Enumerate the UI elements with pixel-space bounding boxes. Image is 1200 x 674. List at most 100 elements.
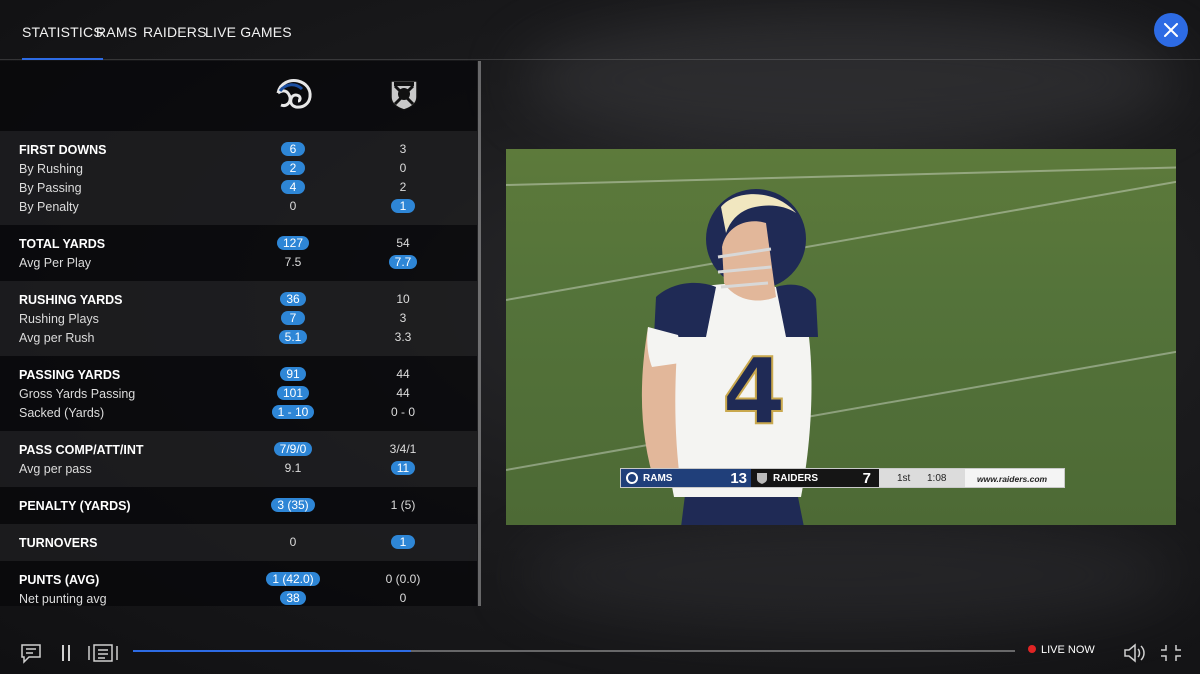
app-root: STATISTICS RAMS RAIDERS LIVE GAMES FIRST… [0, 0, 1200, 674]
close-button[interactable] [1154, 13, 1188, 47]
stat-row: Rushing Plays 7 3 [0, 310, 477, 329]
stat-label: By Rushing [19, 162, 83, 176]
leader-pill: 101 [276, 386, 310, 400]
stat-label: RUSHING YARDS [19, 293, 123, 307]
stat-label: Sacked (Yards) [19, 406, 105, 420]
raiders-value: 0 (0.0) [373, 572, 433, 586]
progress-bar[interactable] [133, 650, 1015, 652]
raiders-value: 0 [373, 161, 433, 175]
close-icon [1164, 23, 1178, 37]
stat-row: FIRST DOWNS 6 3 [0, 141, 477, 160]
stat-row: TOTAL YARDS 127 54 [0, 235, 477, 254]
scorebug-away: RAIDERS 7 [751, 469, 879, 487]
stat-label: PASSING YARDS [19, 368, 121, 382]
rams-value: 2 [263, 161, 323, 175]
stat-value: 3 [399, 311, 407, 325]
away-team-score: 7 [862, 470, 871, 487]
tab-raiders[interactable]: RAIDERS [143, 0, 207, 60]
stat-row: RUSHING YARDS 36 10 [0, 291, 477, 310]
leader-pill: 6 [281, 142, 305, 156]
tab-rams[interactable]: RAMS [96, 0, 137, 60]
stat-value: 2 [399, 180, 407, 194]
live-dot-icon [1028, 645, 1036, 653]
game-quarter: 1st [897, 473, 911, 484]
raiders-value: 0 [373, 591, 433, 605]
field-line [506, 165, 1176, 186]
home-team-name: RAMS [643, 473, 673, 484]
stat-group: RUSHING YARDS 36 10 Rushing Plays 7 3 Avg per … [0, 281, 477, 356]
leader-pill: 1 (42.0) [266, 572, 320, 586]
statistics-panel[interactable]: FIRST DOWNS 6 3 By Rushing 2 0 By Passing 4 2 By … [0, 61, 477, 606]
leader-pill: 1 [391, 199, 415, 213]
stat-value: 3/4/1 [389, 442, 417, 456]
rams-value: 9.1 [263, 461, 323, 475]
stat-label: FIRST DOWNS [19, 143, 107, 157]
raiders-value: 54 [373, 236, 433, 250]
scorebug-clock: 1st 1:08 [879, 469, 965, 487]
chat-icon[interactable] [20, 642, 42, 664]
stat-group: PASSING YARDS 91 44 Gross Yards Passing 101 4… [0, 356, 477, 431]
rams-value: 1 - 10 [263, 405, 323, 419]
rams-value: 0 [263, 535, 323, 549]
raiders-value: 1 [373, 199, 433, 213]
stat-group: TOTAL YARDS 127 54 Avg Per Play 7.5 7.7 [0, 225, 477, 281]
raiders-value: 1 (5) [373, 498, 433, 512]
stat-label: PENALTY (YARDS) [19, 499, 131, 513]
raiders-value: 3.3 [373, 330, 433, 344]
leader-pill: 38 [280, 591, 306, 605]
stat-label: TURNOVERS [19, 536, 98, 550]
exit-fullscreen-icon[interactable] [1160, 644, 1182, 662]
rams-value: 7 [263, 311, 323, 325]
away-team-name: RAIDERS [773, 473, 819, 484]
stat-row: By Passing 4 2 [0, 179, 477, 198]
stat-label: PUNTS (AVG) [19, 573, 100, 587]
scorebug: RAMS 13 RAIDERS 7 1st 1:08 www.raiders.c… [620, 468, 1065, 488]
leader-pill: 5.1 [278, 330, 308, 344]
stat-row: Sacked (Yards) 1 - 10 0 - 0 [0, 404, 477, 423]
game-clock: 1:08 [927, 473, 947, 484]
live-indicator[interactable]: LIVE NOW [1028, 644, 1095, 656]
rams-value: 5.1 [263, 330, 323, 344]
stat-value: 9.1 [284, 461, 302, 475]
panel-scrollbar[interactable] [478, 61, 481, 606]
sponsor-url: www.raiders.com [977, 474, 1048, 484]
rams-value: 7.5 [263, 255, 323, 269]
stat-value: 1 (5) [390, 498, 416, 512]
stat-row: PENALTY (YARDS) 3 (35) 1 (5) [0, 497, 477, 516]
stat-group: PASS COMP/ATT/INT 7/9/0 3/4/1 Avg per pass 9… [0, 431, 477, 487]
raiders-value: 3 [373, 142, 433, 156]
raiders-logo-icon [390, 80, 418, 111]
stat-value: 0 (0.0) [385, 572, 421, 586]
raiders-value: 3/4/1 [373, 442, 433, 456]
tab-statistics[interactable]: STATISTICS [22, 0, 103, 60]
stat-group: PENALTY (YARDS) 3 (35) 1 (5) [0, 487, 477, 524]
stat-row: By Rushing 2 0 [0, 160, 477, 179]
stats-panel-icon[interactable] [88, 643, 118, 663]
rams-value: 101 [263, 386, 323, 400]
tab-live-games[interactable]: LIVE GAMES [205, 0, 292, 60]
raiders-value: 1 [373, 535, 433, 549]
stat-row: Gross Yards Passing 101 44 [0, 385, 477, 404]
stat-label: By Penalty [19, 200, 79, 214]
stat-row: PASS COMP/ATT/INT 7/9/0 3/4/1 [0, 441, 477, 460]
raiders-value: 2 [373, 180, 433, 194]
raiders-value: 44 [373, 367, 433, 381]
leader-pill: 1 - 10 [271, 405, 315, 419]
stat-row: PUNTS (AVG) 1 (42.0) 0 (0.0) [0, 571, 477, 590]
stat-value: 3 [399, 142, 407, 156]
stat-label: Avg Per Play [19, 256, 92, 270]
scorebug-home: RAMS 13 [621, 469, 751, 487]
volume-icon[interactable] [1123, 643, 1147, 663]
top-nav: STATISTICS RAMS RAIDERS LIVE GAMES [0, 0, 1200, 60]
stat-row: Avg Per Play 7.5 7.7 [0, 254, 477, 273]
pause-icon[interactable] [60, 644, 72, 662]
rams-value: 91 [263, 367, 323, 381]
leader-pill: 91 [280, 367, 306, 381]
jersey-number: 4 [722, 338, 786, 445]
leader-pill: 127 [276, 236, 310, 250]
backdrop-blur [520, 520, 1180, 630]
stat-value: 0 [399, 591, 407, 605]
rams-value: 36 [263, 292, 323, 306]
rams-value: 1 (42.0) [263, 572, 323, 586]
stat-row: PASSING YARDS 91 44 [0, 366, 477, 385]
